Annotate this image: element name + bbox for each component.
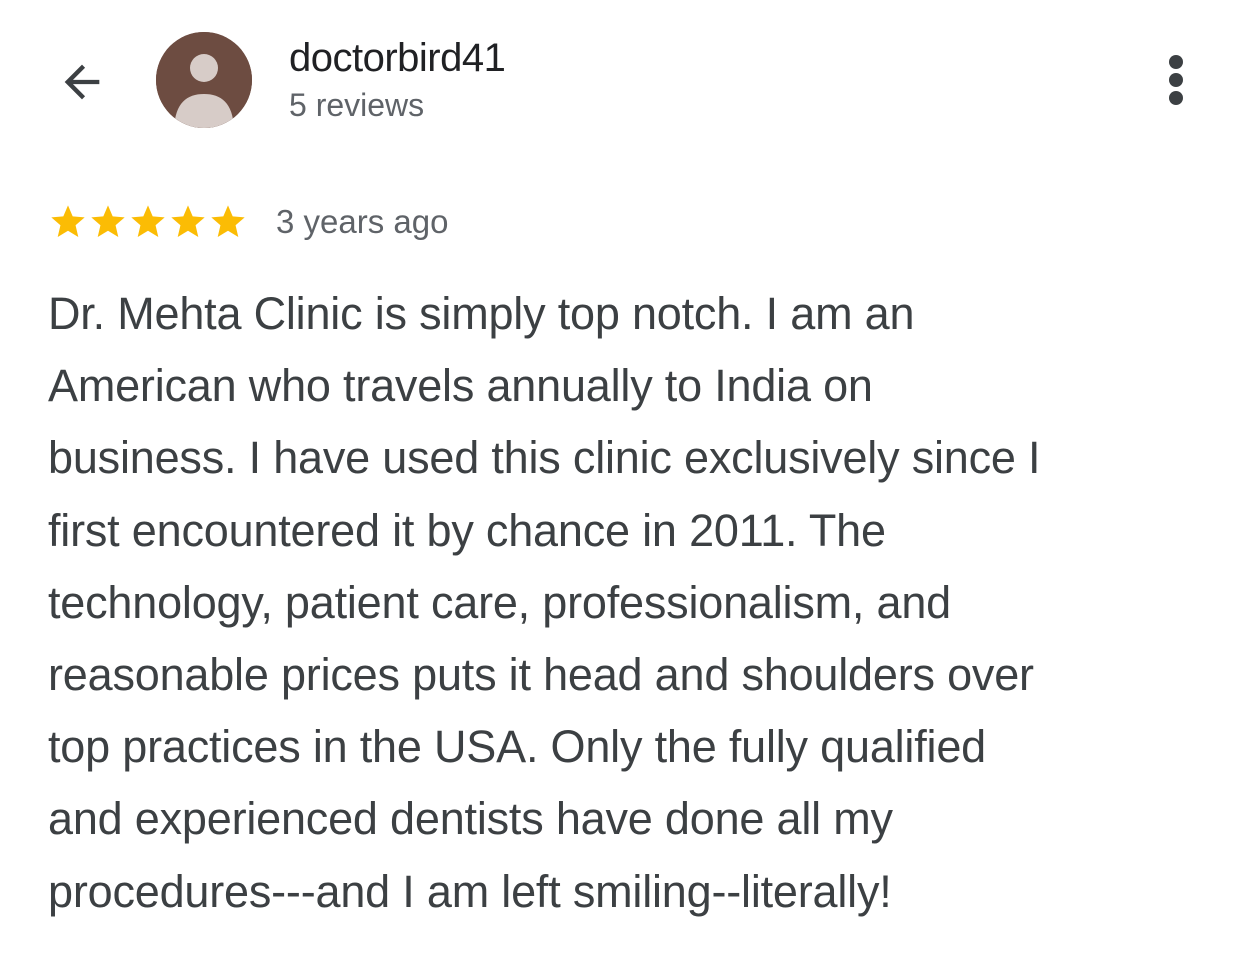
back-button[interactable] bbox=[50, 52, 114, 112]
reviewer-review-count: 5 reviews bbox=[289, 87, 425, 123]
star-icon bbox=[91, 205, 125, 237]
review-text: Dr. Mehta Clinic is simply top notch. I … bbox=[48, 288, 1041, 917]
star-icon bbox=[51, 205, 85, 237]
reviewer-name[interactable]: doctorbird41 bbox=[289, 34, 506, 82]
review-date: 3 years ago bbox=[276, 203, 449, 240]
star-rating bbox=[48, 202, 248, 242]
review-rating-row: 3 years ago bbox=[48, 198, 448, 246]
avatar[interactable] bbox=[156, 32, 252, 128]
star-icon bbox=[171, 205, 205, 237]
profile-header: doctorbird41 5 reviews bbox=[0, 0, 1260, 150]
more-options-button[interactable] bbox=[1150, 48, 1202, 112]
star-icon bbox=[211, 205, 245, 237]
person-avatar-icon bbox=[156, 32, 252, 128]
star-icon bbox=[131, 205, 165, 237]
more-vert-icon bbox=[1169, 55, 1183, 105]
arrow-left-icon bbox=[64, 64, 100, 100]
